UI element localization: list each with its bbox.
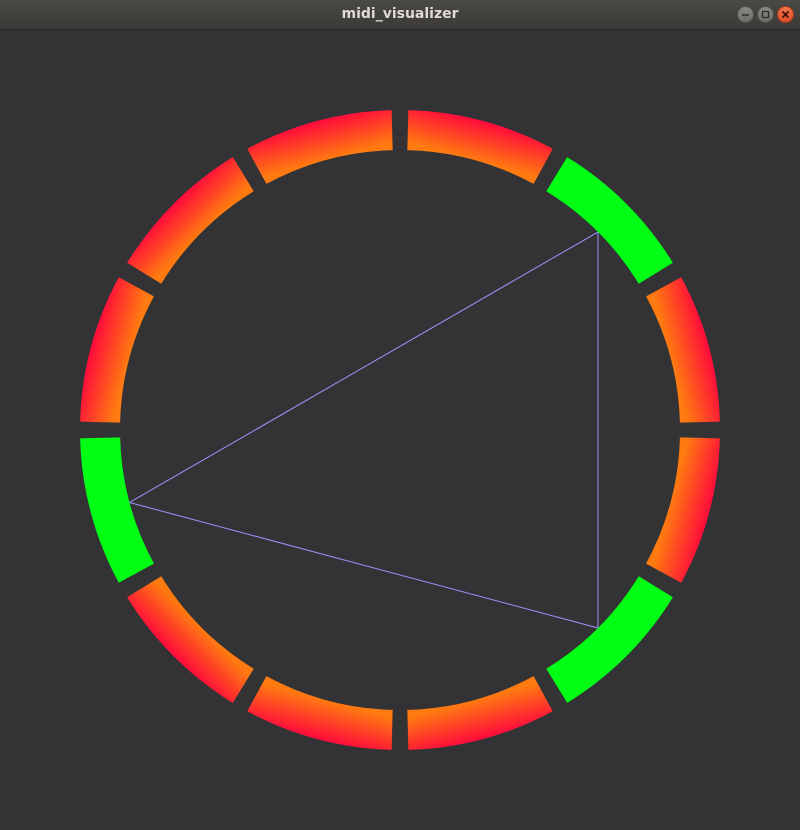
note-segment-10 bbox=[127, 157, 254, 284]
window-controls bbox=[737, 6, 794, 23]
maximize-button[interactable] bbox=[757, 6, 774, 23]
chord-line-4-8 bbox=[129, 501, 599, 629]
window-title: midi_visualizer bbox=[341, 6, 459, 22]
note-segment-11 bbox=[247, 110, 393, 184]
note-segment-0 bbox=[407, 110, 553, 184]
active-note-segment-4 bbox=[546, 576, 673, 703]
visualizer-canvas bbox=[80, 110, 720, 750]
active-note-segment-8 bbox=[80, 437, 154, 583]
chord-line-1-8 bbox=[129, 231, 599, 503]
note-segment-5 bbox=[407, 676, 553, 750]
note-segment-2 bbox=[646, 277, 720, 423]
note-segment-7 bbox=[127, 576, 254, 703]
window-titlebar[interactable]: midi_visualizer bbox=[0, 0, 800, 30]
minimize-button[interactable] bbox=[737, 6, 754, 23]
note-segment-9 bbox=[80, 277, 154, 423]
note-ring bbox=[80, 110, 720, 750]
maximize-icon bbox=[761, 10, 770, 19]
active-note-segment-1 bbox=[546, 157, 673, 284]
minimize-icon bbox=[742, 14, 749, 16]
note-segment-6 bbox=[247, 676, 393, 750]
close-button[interactable] bbox=[777, 6, 794, 23]
close-icon bbox=[781, 10, 790, 19]
chord-lines bbox=[129, 231, 599, 629]
note-segment-3 bbox=[646, 437, 720, 583]
